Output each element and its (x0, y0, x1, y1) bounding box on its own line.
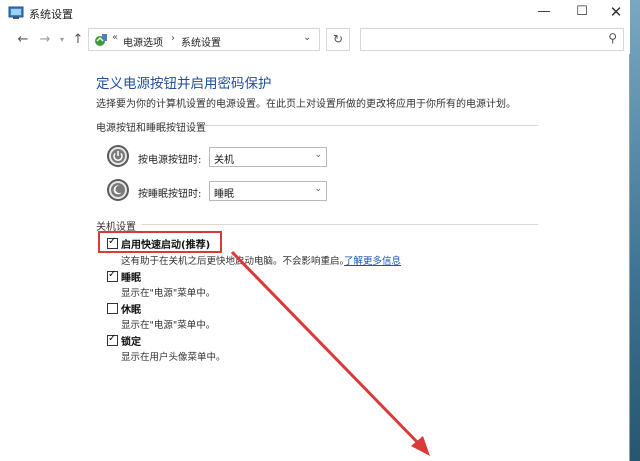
system-settings-window: 系统设置 — ☐ ✕ ← → ▾ ↑ « 电源选项 › 系统设置 ⌄ ↻ ⚲ 定… (0, 0, 630, 461)
annotation-arrow (230, 250, 430, 456)
desktop-background-right (630, 0, 640, 461)
